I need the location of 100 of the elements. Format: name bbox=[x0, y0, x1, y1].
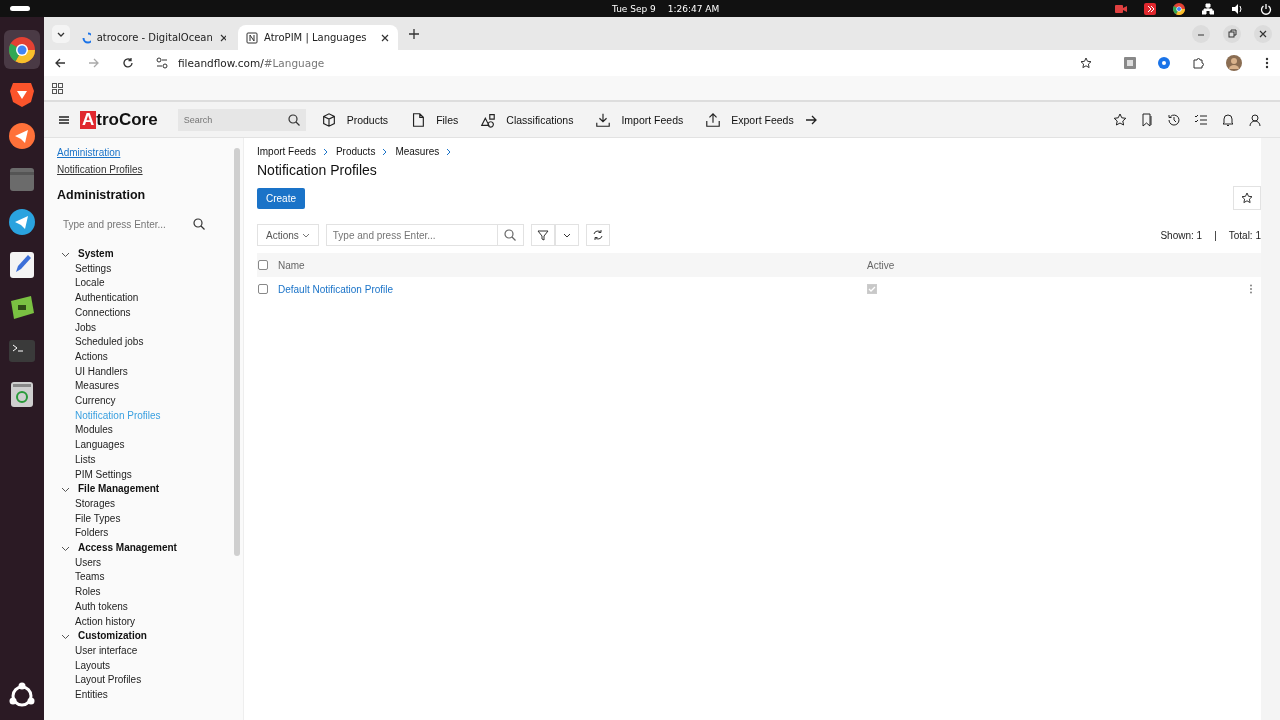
browser-tray-icon[interactable] bbox=[1173, 2, 1185, 15]
restore-icon[interactable] bbox=[1223, 24, 1241, 43]
menu-item[interactable]: PIM Settings bbox=[57, 467, 132, 483]
close-icon[interactable] bbox=[380, 32, 390, 43]
nav-link[interactable]: Files bbox=[399, 111, 470, 128]
breadcrumb-link[interactable]: Measures bbox=[395, 146, 440, 157]
app-launcher-icon[interactable] bbox=[7, 34, 37, 65]
app-launcher-icon[interactable] bbox=[7, 206, 37, 237]
menu-item[interactable]: Layouts bbox=[57, 658, 111, 674]
browser-tab[interactable]: atrocore - DigitalOcean bbox=[74, 25, 234, 50]
nav-link[interactable]: Classifications bbox=[469, 111, 585, 128]
extension-icon[interactable] bbox=[1124, 57, 1136, 69]
menu-item[interactable]: Auth tokens bbox=[57, 599, 128, 615]
menu-item[interactable]: Lists bbox=[57, 452, 96, 468]
app-launcher-icon[interactable] bbox=[7, 249, 37, 280]
menu-item[interactable]: Modules bbox=[57, 423, 113, 439]
menu-item[interactable]: Layout Profiles bbox=[57, 673, 142, 689]
sidebar-search-field[interactable]: Type and press Enter... bbox=[57, 212, 187, 236]
time-text[interactable]: 1:26:47 AM bbox=[667, 3, 720, 14]
menu-icon[interactable] bbox=[1264, 57, 1270, 69]
menu-item[interactable]: Teams bbox=[57, 570, 105, 586]
app-indicator-icon[interactable] bbox=[1144, 2, 1156, 15]
menu-item[interactable]: Scheduled jobs bbox=[57, 335, 144, 350]
new-tab-icon[interactable] bbox=[408, 27, 420, 40]
nav-link[interactable]: Import Feeds bbox=[584, 111, 695, 128]
minimize-icon[interactable] bbox=[1192, 24, 1210, 43]
menu-item[interactable]: Roles bbox=[57, 585, 101, 600]
extension-icon[interactable] bbox=[1158, 57, 1170, 69]
menu-item[interactable]: Authentication bbox=[57, 291, 139, 306]
favorite-button[interactable] bbox=[1233, 186, 1261, 210]
menu-item[interactable]: Languages bbox=[57, 438, 125, 453]
bookmark-icon[interactable] bbox=[1140, 112, 1154, 127]
close-icon[interactable] bbox=[218, 32, 226, 43]
puzzle-icon[interactable] bbox=[1192, 57, 1204, 69]
network-icon[interactable] bbox=[1202, 2, 1214, 15]
power-icon[interactable] bbox=[1260, 2, 1272, 15]
scrollbar-track[interactable] bbox=[1261, 138, 1280, 720]
breadcrumb-link[interactable]: Import Feeds bbox=[257, 146, 316, 157]
activities-indicator[interactable] bbox=[10, 6, 30, 11]
menu-item[interactable]: Actions bbox=[57, 349, 108, 365]
actions-dropdown[interactable]: Actions bbox=[257, 224, 319, 246]
close-icon[interactable] bbox=[1254, 24, 1272, 43]
select-all-checkbox[interactable] bbox=[258, 260, 268, 270]
search-icon[interactable] bbox=[193, 218, 205, 230]
history-icon[interactable] bbox=[1167, 112, 1181, 127]
menu-item[interactable]: Connections bbox=[57, 305, 131, 321]
create-button[interactable]: Create bbox=[257, 187, 305, 209]
checklist-icon[interactable] bbox=[1194, 112, 1208, 127]
menu-item[interactable]: Users bbox=[57, 555, 102, 571]
address-bar[interactable]: fileandflow.com/#Language bbox=[156, 52, 1102, 74]
apps-grid-icon[interactable] bbox=[52, 82, 63, 94]
user-icon[interactable] bbox=[1248, 112, 1262, 127]
filter-button[interactable] bbox=[530, 224, 555, 246]
record-link[interactable]: Default Notification Profile bbox=[278, 283, 867, 295]
menu-item[interactable]: User interface bbox=[57, 644, 138, 659]
menu-item[interactable]: File Types bbox=[57, 511, 121, 527]
bookmark-star-icon[interactable] bbox=[1080, 57, 1092, 69]
row-checkbox[interactable] bbox=[258, 284, 268, 294]
arrow-right-icon[interactable] bbox=[804, 113, 817, 126]
logo-mark[interactable]: A bbox=[80, 110, 97, 129]
menu-item[interactable]: Storages bbox=[57, 496, 116, 512]
browser-tab[interactable]: AtroPIM | Languages bbox=[238, 25, 398, 50]
date-text[interactable]: Tue Sep 9 bbox=[612, 3, 656, 14]
nav-link[interactable]: Products bbox=[309, 111, 400, 128]
menu-item[interactable]: Currency bbox=[57, 394, 116, 409]
menu-item[interactable]: Entities bbox=[57, 688, 108, 703]
menu-item[interactable]: UI Handlers bbox=[57, 364, 128, 380]
app-launcher-icon[interactable] bbox=[7, 120, 37, 151]
volume-icon[interactable] bbox=[1231, 2, 1243, 15]
global-search-field[interactable]: Search bbox=[177, 108, 306, 131]
menu-group[interactable]: Access Management bbox=[57, 541, 177, 556]
column-header[interactable]: Active bbox=[867, 259, 967, 271]
breadcrumb-link[interactable]: Notification Profiles bbox=[57, 161, 143, 178]
menu-item[interactable]: Locale bbox=[57, 276, 105, 292]
search-button[interactable] bbox=[497, 224, 524, 246]
list-search-field[interactable]: Type and press Enter... bbox=[325, 224, 498, 246]
bell-icon[interactable] bbox=[1221, 112, 1235, 127]
menu-group[interactable]: Customization bbox=[57, 629, 147, 644]
menu-group[interactable]: System bbox=[57, 247, 114, 262]
breadcrumb-link[interactable]: Administration bbox=[57, 144, 121, 161]
menu-item[interactable]: Folders bbox=[57, 526, 109, 542]
menu-item[interactable]: Settings bbox=[57, 261, 112, 277]
reload-icon[interactable] bbox=[122, 57, 134, 69]
menu-item[interactable]: Action history bbox=[57, 614, 136, 630]
row-menu-icon[interactable] bbox=[1249, 284, 1253, 294]
menu-item[interactable]: Jobs bbox=[57, 320, 97, 336]
scrollbar[interactable] bbox=[234, 148, 240, 556]
back-icon[interactable] bbox=[54, 57, 66, 69]
star-icon[interactable] bbox=[1113, 112, 1127, 127]
menu-item[interactable]: Measures bbox=[57, 379, 119, 395]
menu-icon[interactable] bbox=[58, 113, 70, 126]
nav-link[interactable]: Export Feeds bbox=[694, 111, 805, 128]
refresh-button[interactable] bbox=[585, 224, 610, 246]
site-settings-icon[interactable] bbox=[156, 57, 168, 69]
logo-text[interactable]: troCore bbox=[96, 109, 158, 130]
menu-group[interactable]: File Management bbox=[57, 482, 160, 497]
avatar-icon[interactable] bbox=[1226, 55, 1242, 71]
column-header[interactable]: Name bbox=[278, 259, 867, 271]
tab-search-button[interactable] bbox=[52, 24, 70, 43]
breadcrumb-link[interactable]: Products bbox=[335, 146, 376, 157]
